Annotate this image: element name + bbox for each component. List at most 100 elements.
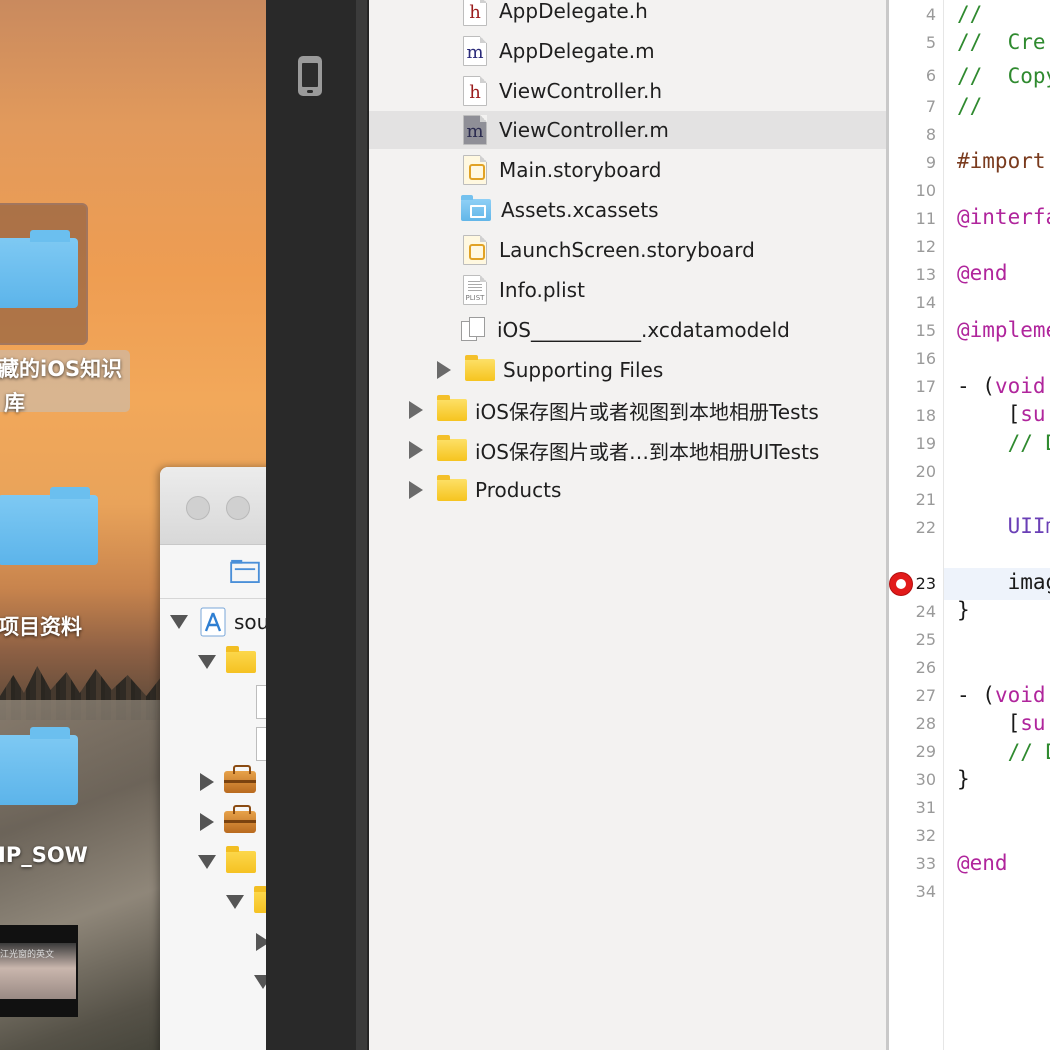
folder-icon — [437, 435, 467, 461]
code-line: @interfa — [957, 205, 1050, 229]
desktop-item-label[interactable]: 藏的iOS知识 — [0, 353, 122, 383]
file-row[interactable]: h AppDelegate.h — [369, 0, 887, 30]
line-number: 12 — [915, 237, 936, 256]
folder-icon — [226, 846, 256, 873]
file-row[interactable]: Main.storyboard — [369, 151, 887, 189]
file-label: AppDelegate.h — [499, 0, 648, 23]
assets-folder-icon — [461, 195, 491, 221]
file-row[interactable]: Assets.xcassets — [369, 191, 887, 229]
group-row[interactable] — [200, 765, 256, 797]
project-navigator-icon[interactable] — [230, 559, 260, 583]
file-label: Main.storyboard — [499, 158, 662, 182]
data-model-icon — [461, 315, 487, 345]
video-thumbnail[interactable]: 江光窗的英文 — [0, 925, 78, 1017]
group-label: Supporting Files — [503, 358, 664, 382]
close-window-button[interactable] — [186, 496, 210, 520]
line-number: 6 — [925, 66, 936, 85]
storyboard-icon — [463, 235, 487, 265]
h-file-icon: h — [463, 0, 487, 26]
xcode-project-icon — [200, 607, 226, 637]
m-file-icon: m — [463, 115, 487, 145]
xcode-toolbar-strip — [266, 0, 356, 1050]
file-row[interactable]: h ViewController.h — [369, 72, 887, 110]
iphone-device-icon[interactable] — [298, 56, 322, 96]
group-label: Products — [475, 478, 562, 502]
line-number: 27 — [915, 686, 936, 705]
line-number: 8 — [925, 125, 936, 144]
code-line-current: imag — [957, 570, 1050, 594]
line-number: 25 — [915, 630, 936, 649]
toolbox-icon — [224, 765, 256, 793]
file-row[interactable]: m AppDelegate.m — [369, 32, 887, 70]
desktop-folder-icon[interactable] — [0, 487, 98, 565]
file-label: iOS___________.xcdatamodeld — [497, 318, 790, 342]
line-number: 13 — [915, 265, 936, 284]
group-row[interactable] — [200, 805, 256, 837]
disclosure-triangle-icon[interactable] — [198, 855, 216, 869]
disclosure-triangle-icon[interactable] — [198, 655, 216, 669]
group-row[interactable]: iOS保存图片或者视图到本地相册Tests — [369, 391, 887, 429]
desktop-item-label[interactable]: IP_SOW — [0, 843, 88, 867]
code-line: // D — [957, 740, 1050, 764]
project-root-row[interactable]: sou — [170, 607, 269, 637]
line-number: 18 — [915, 406, 936, 425]
code-line: [su — [957, 402, 1046, 426]
group-row[interactable]: iOS保存图片或者…到本地相册UITests — [369, 431, 887, 469]
code-line: [su — [957, 711, 1046, 735]
disclosure-triangle-icon[interactable] — [170, 615, 188, 629]
code-line: // D — [957, 431, 1050, 455]
code-line: #import — [957, 149, 1046, 173]
line-number: 10 — [915, 181, 936, 200]
folder-icon — [226, 646, 256, 673]
file-row[interactable]: LaunchScreen.storyboard — [369, 231, 887, 269]
storyboard-icon — [463, 155, 487, 185]
group-row[interactable] — [198, 846, 256, 877]
thumbnail-caption: 江光窗的英文 — [0, 950, 55, 960]
group-label: iOS保存图片或者…到本地相册UITests — [475, 439, 820, 464]
code-line: // Cre — [957, 30, 1046, 54]
disclosure-triangle-icon[interactable] — [409, 401, 423, 419]
file-label: AppDelegate.m — [499, 39, 655, 63]
folder-icon — [437, 475, 467, 501]
file-label: ViewController.h — [499, 79, 663, 103]
desktop-item-label[interactable]: 库 — [4, 387, 25, 417]
m-file-icon: m — [463, 36, 487, 66]
line-number: 28 — [915, 714, 936, 733]
group-row[interactable]: Products — [369, 471, 887, 509]
desktop-folder-icon[interactable] — [0, 230, 78, 308]
code-line: } — [957, 598, 970, 622]
line-number: 17 — [915, 377, 936, 396]
line-number: 20 — [915, 462, 936, 481]
disclosure-triangle-icon[interactable] — [409, 481, 423, 499]
code-line: @impleme — [957, 318, 1050, 342]
line-number: 4 — [925, 5, 936, 24]
group-row[interactable]: Supporting Files — [369, 351, 887, 389]
group-row[interactable] — [198, 646, 256, 677]
file-row[interactable]: iOS___________.xcdatamodeld — [369, 311, 887, 349]
file-row[interactable]: PLIST Info.plist — [369, 271, 887, 309]
line-number: 30 — [915, 770, 936, 789]
file-row-selected[interactable]: m ViewController.m — [369, 111, 887, 149]
plist-icon: PLIST — [463, 275, 487, 305]
code-line: - (void — [957, 374, 1046, 398]
line-number-current: 23 — [915, 574, 936, 593]
line-number: 32 — [915, 826, 936, 845]
disclosure-triangle-icon[interactable] — [437, 361, 451, 379]
minimize-window-button[interactable] — [226, 496, 250, 520]
desktop-item-label[interactable]: 项目资料 — [0, 611, 82, 641]
disclosure-triangle-icon[interactable] — [200, 773, 214, 791]
group-label: iOS保存图片或者视图到本地相册Tests — [475, 399, 819, 424]
line-number: 33 — [915, 854, 936, 873]
line-number: 5 — [925, 33, 936, 52]
line-number: 34 — [915, 882, 936, 901]
disclosure-triangle-icon[interactable] — [226, 895, 244, 909]
code-line: // — [957, 94, 983, 118]
line-number: 26 — [915, 658, 936, 677]
desktop-folder-icon[interactable] — [0, 727, 78, 805]
h-file-icon: h — [463, 76, 487, 106]
code-line: - (void — [957, 683, 1046, 707]
disclosure-triangle-icon[interactable] — [409, 441, 423, 459]
line-number: 11 — [915, 209, 936, 228]
disclosure-triangle-icon[interactable] — [200, 813, 214, 831]
project-root-label: sou — [234, 610, 270, 634]
